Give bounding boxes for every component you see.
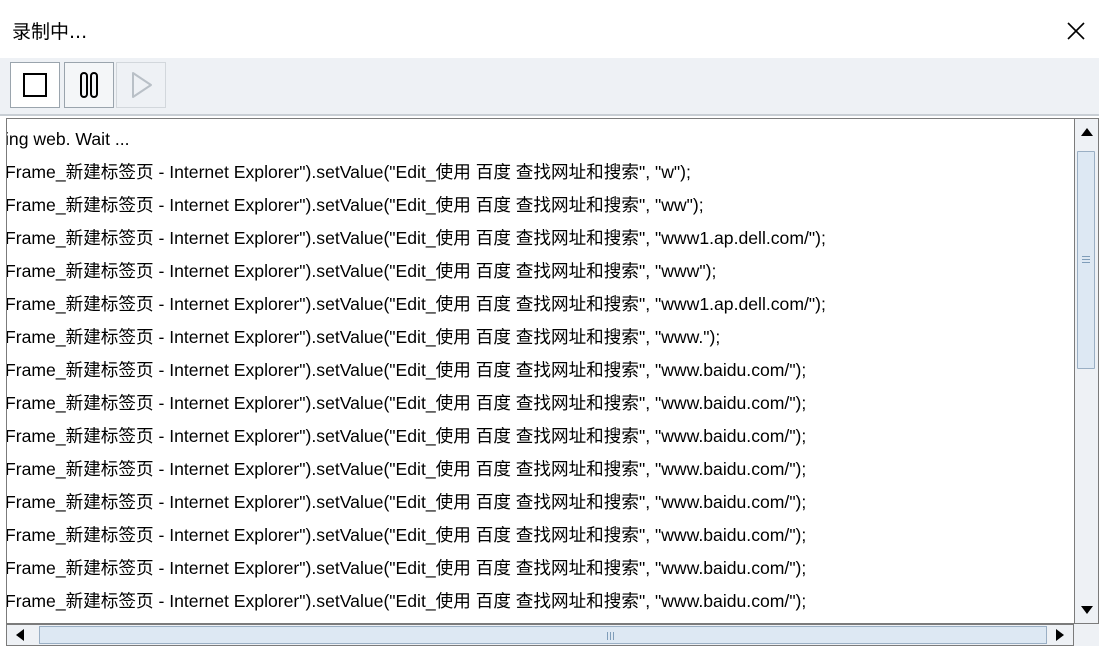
stop-button[interactable]	[10, 62, 60, 108]
log-line: Frame_新建标签页 - Internet Explorer").setVal…	[6, 195, 704, 215]
play-button[interactable]	[116, 62, 166, 108]
recording-log[interactable]: ing web. Wait ... Frame_新建标签页 - Internet …	[6, 118, 1074, 624]
scroll-down-button[interactable]	[1075, 597, 1098, 623]
toolbar	[0, 58, 1099, 114]
log-line: Frame_新建标签页 - Internet Explorer").setVal…	[6, 261, 717, 281]
log-line: Frame_新建标签页 - Internet Explorer").setVal…	[6, 492, 807, 512]
scroll-up-button[interactable]	[1075, 119, 1098, 145]
title-bar: 录制中...	[0, 0, 1099, 58]
scroll-left-button[interactable]	[7, 625, 33, 645]
pause-icon	[80, 72, 98, 98]
log-line: Frame_新建标签页 - Internet Explorer").setVal…	[6, 162, 691, 182]
stop-icon	[23, 73, 47, 97]
close-button[interactable]	[1053, 8, 1099, 54]
arrow-down-icon	[1080, 606, 1093, 614]
vertical-scrollbar[interactable]	[1074, 118, 1099, 624]
vertical-scroll-thumb[interactable]	[1077, 151, 1095, 369]
arrow-right-icon	[1056, 629, 1064, 641]
horizontal-scrollbar[interactable]	[6, 624, 1074, 646]
scroll-right-button[interactable]	[1047, 625, 1073, 645]
arrow-left-icon	[16, 629, 24, 641]
log-line: Frame_新建标签页 - Internet Explorer").setVal…	[6, 228, 826, 248]
log-list: ing web. Wait ... Frame_新建标签页 - Internet …	[7, 123, 826, 618]
log-line: Frame_新建标签页 - Internet Explorer").setVal…	[6, 393, 807, 413]
pause-button[interactable]	[64, 62, 114, 108]
log-line: Frame_新建标签页 - Internet Explorer").setVal…	[6, 327, 721, 347]
window-title: 录制中...	[12, 21, 88, 43]
log-line: Frame_新建标签页 - Internet Explorer").setVal…	[6, 426, 807, 446]
log-line: Frame_新建标签页 - Internet Explorer").setVal…	[6, 591, 807, 611]
toolbar-separator	[0, 114, 1099, 116]
arrow-up-icon	[1080, 128, 1093, 136]
horizontal-scroll-thumb[interactable]	[39, 626, 1047, 644]
scrollbar-corner	[1074, 624, 1099, 646]
log-line: Frame_新建标签页 - Internet Explorer").setVal…	[6, 525, 807, 545]
close-icon	[1067, 22, 1085, 40]
log-line: Frame_新建标签页 - Internet Explorer").setVal…	[6, 558, 807, 578]
log-line: Frame_新建标签页 - Internet Explorer").setVal…	[6, 360, 807, 380]
log-line: Frame_新建标签页 - Internet Explorer").setVal…	[6, 459, 807, 479]
log-line: ing web. Wait ...	[6, 129, 130, 149]
log-line: Frame_新建标签页 - Internet Explorer").setVal…	[6, 294, 826, 314]
play-icon	[132, 72, 152, 98]
